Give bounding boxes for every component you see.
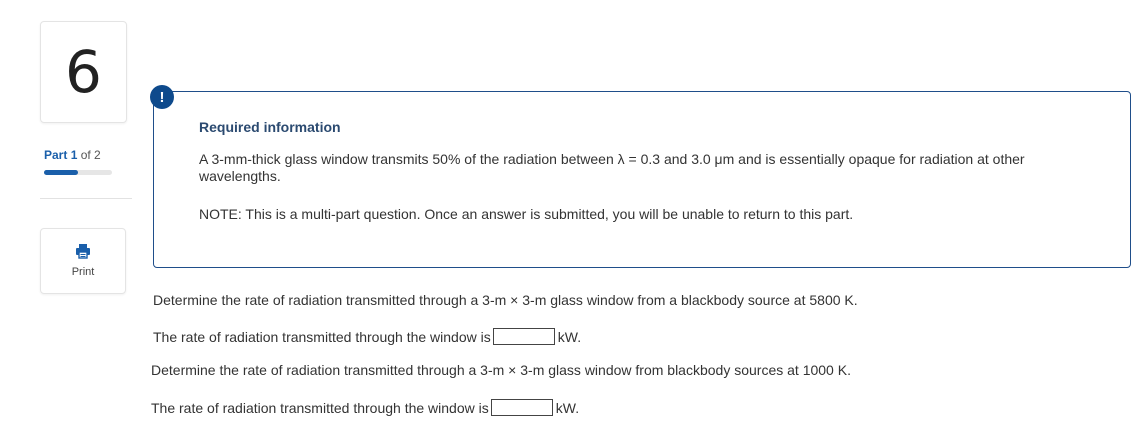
alert-symbol: ! <box>159 88 165 106</box>
sidebar-divider <box>40 198 132 199</box>
part-progress-bar <box>44 170 112 175</box>
answer-row-1: The rate of radiation transmitted throug… <box>153 328 581 345</box>
answer-input-1[interactable] <box>492 328 555 345</box>
printer-icon <box>76 244 90 259</box>
info-title: Required information <box>199 119 341 135</box>
part-progress-fill <box>44 170 78 175</box>
info-body: A 3-mm-thick glass window transmits 50% … <box>199 151 1025 184</box>
part-word: Part <box>44 148 68 162</box>
answer-input-2[interactable] <box>490 399 553 416</box>
part-indicator: Part 1 of 2 <box>44 148 101 162</box>
answer-unit-1: kW. <box>557 328 582 345</box>
part-current: 1 <box>70 148 78 162</box>
answer-row-2: The rate of radiation transmitted throug… <box>151 399 579 416</box>
print-button[interactable]: Print <box>40 228 126 294</box>
question-number: 6 <box>65 38 102 106</box>
part-total: of 2 <box>80 148 101 162</box>
answer-label-2: The rate of radiation transmitted throug… <box>151 399 489 416</box>
info-note: NOTE: This is a multi-part question. Onc… <box>199 206 854 222</box>
answer-unit-2: kW. <box>555 399 580 416</box>
question-prompt-2: Determine the rate of radiation transmit… <box>151 362 851 378</box>
required-information-box: Required information A 3-mm-thick glass … <box>153 91 1131 268</box>
question-number-card: 6 <box>40 21 127 123</box>
answer-label-1: The rate of radiation transmitted throug… <box>153 328 491 345</box>
question-prompt-1: Determine the rate of radiation transmit… <box>153 292 858 308</box>
print-label: Print <box>71 266 95 278</box>
alert-icon: ! <box>150 85 174 109</box>
